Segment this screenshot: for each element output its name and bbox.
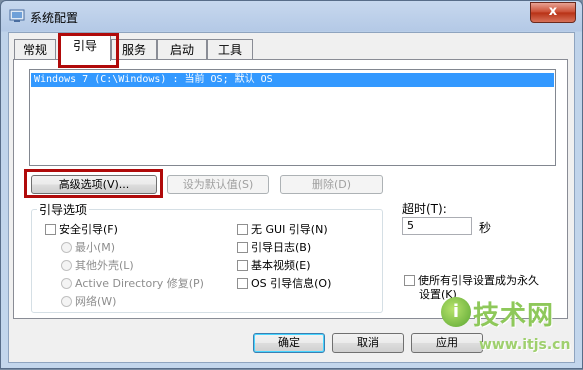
make-permanent-checkbox[interactable]: 使所有引导设置成为永久	[404, 274, 539, 288]
os-list-item[interactable]: Windows 7 (C:\Windows) : 当前 OS; 默认 OS	[31, 73, 554, 87]
alternate-shell-radio[interactable]: 其他外壳(L)	[61, 259, 134, 273]
radio-circle[interactable]	[61, 242, 72, 253]
ok-button[interactable]: 确定	[253, 333, 325, 353]
safe-boot-label: 安全引导(F)	[59, 223, 118, 236]
no-gui-boot-checkbox[interactable]: 无 GUI 引导(N)	[237, 223, 328, 237]
minimal-label: 最小(M)	[75, 241, 116, 254]
watermark: i 技术网 www.itjs.cn	[441, 291, 583, 370]
timeout-input[interactable]: 5	[402, 217, 472, 235]
base-video-label: 基本视频(E)	[251, 259, 311, 272]
alternate-shell-label: 其他外壳(L)	[75, 259, 134, 272]
active-directory-label: Active Directory 修复(P)	[75, 277, 204, 290]
os-boot-info-checkbox[interactable]: OS 引导信息(O)	[237, 277, 331, 291]
cancel-button[interactable]: 取消	[332, 333, 404, 353]
tab-tools[interactable]: 工具	[207, 39, 253, 60]
window-title: 系统配置	[30, 11, 79, 25]
radio-circle[interactable]	[61, 278, 72, 289]
checkbox-box[interactable]	[237, 278, 248, 289]
network-radio[interactable]: 网络(W)	[61, 295, 116, 309]
close-icon: x	[548, 4, 558, 19]
boot-log-label: 引导日志(B)	[251, 241, 312, 254]
safe-boot-checkbox[interactable]: 安全引导(F)	[45, 223, 118, 237]
watermark-url: www.itjs.cn	[479, 337, 571, 353]
system-config-window: 系统配置 x 常规 引导 服务 启动 工具 Windows 7 (C:\Wind…	[0, 0, 583, 369]
boot-options-title: 引导选项	[37, 201, 90, 218]
checkbox-box[interactable]	[237, 260, 248, 271]
timeout-label: 超时(T):	[402, 202, 447, 216]
minimal-radio[interactable]: 最小(M)	[61, 241, 115, 255]
delete-button[interactable]: 删除(D)	[280, 175, 383, 194]
base-video-checkbox[interactable]: 基本视频(E)	[237, 259, 311, 273]
system-config-app-icon	[9, 9, 25, 22]
watermark-text: 技术网	[473, 301, 555, 331]
checkbox-box[interactable]	[237, 224, 248, 235]
tab-general[interactable]: 常规	[14, 39, 56, 60]
os-list[interactable]: Windows 7 (C:\Windows) : 当前 OS; 默认 OS	[29, 69, 556, 166]
os-boot-info-label: OS 引导信息(O)	[251, 277, 332, 290]
tab-startup[interactable]: 启动	[157, 39, 207, 60]
boot-log-checkbox[interactable]: 引导日志(B)	[237, 241, 311, 255]
checkbox-box[interactable]	[45, 224, 56, 235]
boot-tab-highlight	[58, 33, 119, 68]
radio-circle[interactable]	[61, 296, 72, 307]
radio-circle[interactable]	[61, 260, 72, 271]
checkbox-box[interactable]	[237, 242, 248, 253]
make-permanent-label: 使所有引导设置成为永久	[418, 274, 539, 287]
close-button[interactable]: x	[530, 2, 576, 23]
checkbox-box[interactable]	[404, 275, 415, 286]
timeout-unit: 秒	[479, 221, 492, 235]
title-bar[interactable]: 系统配置 x	[1, 1, 582, 32]
advanced-button-highlight	[24, 169, 163, 198]
no-gui-boot-label: 无 GUI 引导(N)	[251, 223, 328, 236]
watermark-logo-icon: i	[441, 297, 471, 327]
set-default-button[interactable]: 设为默认值(S)	[167, 175, 269, 194]
network-label: 网络(W)	[75, 295, 117, 308]
active-directory-radio[interactable]: Active Directory 修复(P)	[61, 277, 204, 291]
